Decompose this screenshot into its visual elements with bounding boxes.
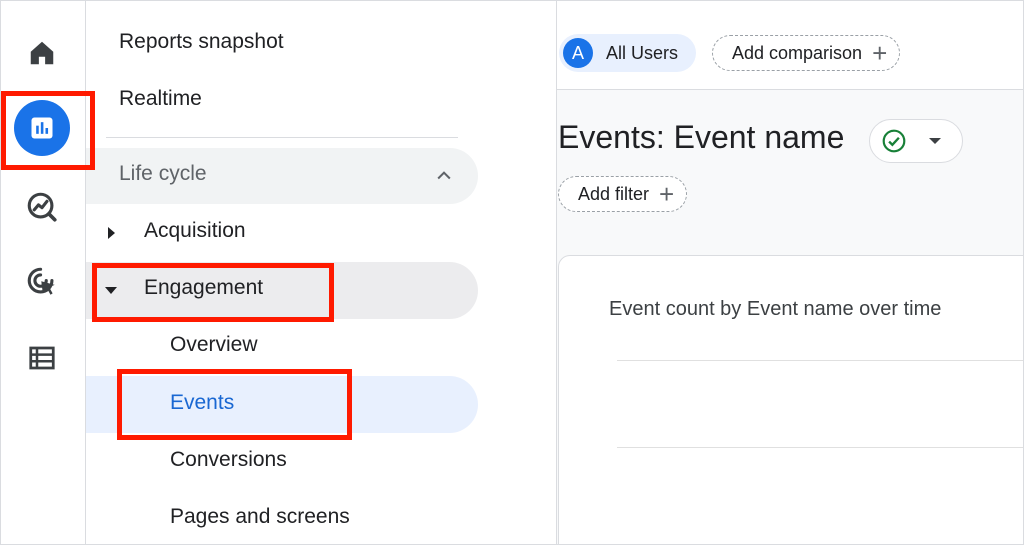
section-life-cycle-label: Life cycle xyxy=(119,162,207,185)
nav-item-events-bg[interactable] xyxy=(86,376,478,433)
nav-item-pages-and-screens[interactable]: Pages and screens xyxy=(170,505,350,529)
caret-right-icon xyxy=(108,227,115,239)
dropdown-arrow-icon xyxy=(929,138,941,144)
add-comparison-label: Add comparison xyxy=(732,42,863,63)
nav-item-acquisition[interactable]: Acquisition xyxy=(144,219,246,243)
explore-button[interactable] xyxy=(14,179,70,235)
chevron-up-icon xyxy=(437,171,451,180)
avatar: A xyxy=(563,38,593,68)
section-life-cycle[interactable]: Life cycle xyxy=(86,148,478,204)
plus-icon: + xyxy=(659,179,675,209)
home-button[interactable] xyxy=(14,25,70,81)
add-comparison-button[interactable]: Add comparison + xyxy=(712,35,901,71)
comparison-bar: A All Users Add comparison + xyxy=(557,1,1023,90)
caret-down-icon xyxy=(105,287,117,294)
reports-nav-panel: Reports snapshot Realtime Life cycle Acq… xyxy=(86,1,557,544)
add-filter-label: Add filter xyxy=(578,183,650,204)
reports-button[interactable] xyxy=(14,100,70,156)
nav-item-conversions[interactable]: Conversions xyxy=(170,448,287,472)
configure-icon xyxy=(29,346,55,370)
all-users-label: All Users xyxy=(606,42,679,63)
configure-button[interactable] xyxy=(14,330,70,386)
card-title: Event count by Event name over time xyxy=(609,298,942,320)
data-quality-chip[interactable] xyxy=(869,119,963,163)
advertising-button[interactable] xyxy=(14,254,70,310)
check-circle-icon xyxy=(882,129,906,153)
chart-gridline xyxy=(617,447,1023,448)
left-rail xyxy=(1,1,86,544)
all-users-chip[interactable]: A All Users xyxy=(559,34,697,72)
chart-card: Event count by Event name over time xyxy=(558,255,1023,544)
nav-item-overview[interactable]: Overview xyxy=(170,333,258,357)
nav-item-events[interactable]: Events xyxy=(170,391,234,415)
add-filter-button[interactable]: Add filter + xyxy=(558,176,688,212)
app-frame: Reports snapshot Realtime Life cycle Acq… xyxy=(0,0,1024,545)
reports-icon xyxy=(31,117,53,139)
nav-item-reports-snapshot[interactable]: Reports snapshot xyxy=(119,30,284,54)
main-content: A All Users Add comparison + Events: Eve… xyxy=(557,1,1023,544)
nav-item-engagement[interactable]: Engagement xyxy=(144,276,263,300)
chart-gridline xyxy=(617,360,1023,361)
nav-item-realtime[interactable]: Realtime xyxy=(119,87,202,111)
plus-icon: + xyxy=(872,38,888,68)
home-icon xyxy=(30,41,54,65)
explore-icon xyxy=(27,192,57,222)
advertising-icon xyxy=(27,267,55,295)
page-title: Events: Event name xyxy=(558,119,845,155)
nav-divider xyxy=(106,137,458,138)
